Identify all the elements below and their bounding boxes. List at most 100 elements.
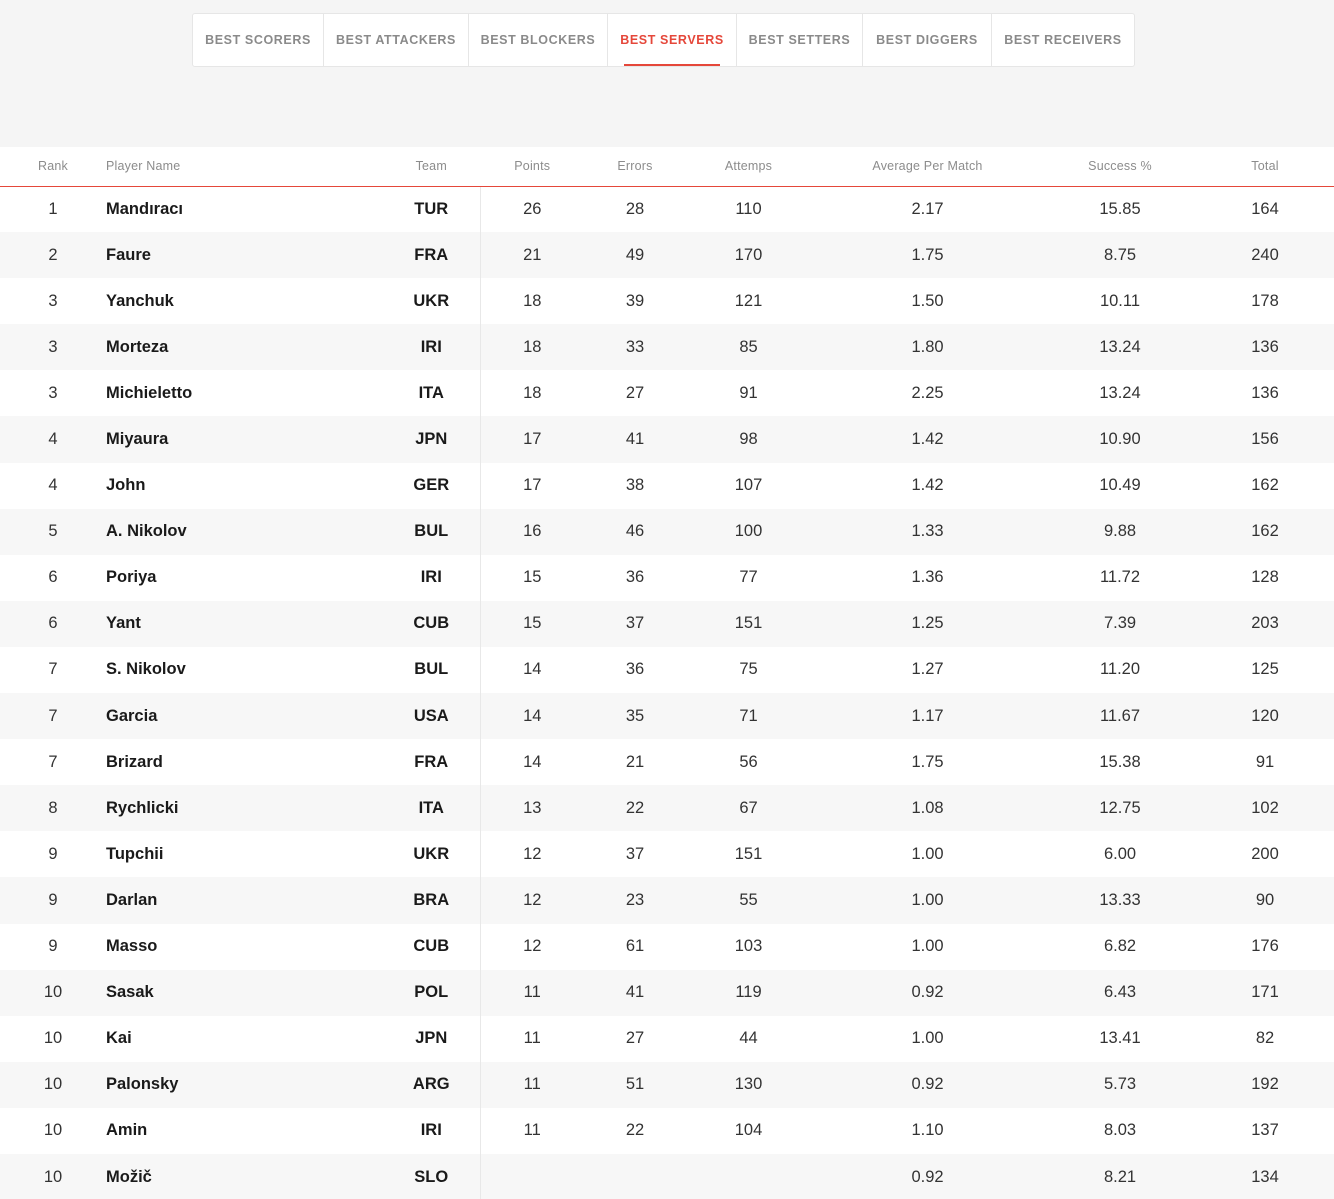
cell-success-percent: 7.39 bbox=[1044, 600, 1196, 647]
cell-rank: 3 bbox=[48, 383, 58, 402]
cell-player-name[interactable]: Michieletto bbox=[106, 370, 383, 416]
header-player-name[interactable]: Player Name bbox=[106, 147, 383, 187]
header-attempts[interactable]: Attemps bbox=[686, 147, 811, 187]
cell-player-name[interactable]: Mandıracı bbox=[106, 186, 383, 232]
cell-player-name[interactable]: Možič bbox=[106, 1153, 383, 1199]
cell-rank: 6 bbox=[0, 600, 106, 647]
table-row[interactable]: 10 Možič SLO 0.92 8.21 134 bbox=[0, 1153, 1334, 1199]
table-row[interactable]: 7 Brizard FRA 14 21 56 1.75 15.38 91 bbox=[0, 739, 1334, 786]
table-row[interactable]: 3 Morteza IRI 18 33 85 1.80 13.24 136 bbox=[0, 324, 1334, 371]
cell-average-per-match: 2.17 bbox=[911, 199, 944, 218]
table-row[interactable]: 3 Michieletto ITA 18 27 91 2.25 13.24 136 bbox=[0, 370, 1334, 417]
cell-player-name[interactable]: Morteza bbox=[106, 324, 383, 371]
cell-average-per-match: 1.17 bbox=[811, 693, 1044, 740]
cell-attempts: 98 bbox=[686, 416, 811, 463]
header-errors[interactable]: Errors bbox=[584, 147, 686, 187]
table-row[interactable]: 5 A. Nikolov BUL 16 46 100 1.33 9.88 162 bbox=[0, 508, 1334, 555]
cell-player-name[interactable]: John bbox=[106, 463, 383, 509]
cell-player-name[interactable]: Garcia bbox=[106, 693, 383, 740]
cell-team: ITA bbox=[383, 370, 481, 417]
table-row[interactable]: 10 Palonsky ARG 11 51 130 0.92 5.73 192 bbox=[0, 1061, 1334, 1108]
cell-points: 12 bbox=[480, 877, 584, 924]
table-row[interactable]: 6 Yant CUB 15 37 151 1.25 7.39 203 bbox=[0, 600, 1334, 647]
table-row[interactable]: 7 Garcia USA 14 35 71 1.17 11.67 120 bbox=[0, 693, 1334, 740]
cell-player-name[interactable]: Faure bbox=[106, 232, 383, 279]
tab-best-scorers[interactable]: BEST SCORERS bbox=[193, 14, 324, 66]
table-row[interactable]: 8 Rychlicki ITA 13 22 67 1.08 12.75 102 bbox=[0, 785, 1334, 832]
tab-best-setters[interactable]: BEST SETTERS bbox=[737, 14, 863, 66]
cell-player-name[interactable]: Darlan bbox=[106, 877, 383, 924]
header-team[interactable]: Team bbox=[383, 147, 480, 187]
cell-success-percent: 10.49 bbox=[1099, 476, 1141, 495]
tab-best-attackers[interactable]: BEST ATTACKERS bbox=[324, 14, 469, 66]
cell-rank: 3 bbox=[48, 291, 58, 310]
cell-success-percent: 8.75 bbox=[1044, 232, 1196, 279]
table-row[interactable]: 3 Yanchuk UKR 18 39 121 1.50 10.11 178 bbox=[0, 278, 1334, 325]
cell-errors: 38 bbox=[625, 476, 645, 495]
tab-best-servers[interactable]: BEST SERVERS bbox=[608, 14, 737, 66]
cell-player-name[interactable]: Tupchii bbox=[106, 831, 383, 877]
cell-attempts: 107 bbox=[734, 476, 763, 495]
cell-team: CUB bbox=[383, 600, 481, 647]
cell-average-per-match: 1.00 bbox=[911, 1029, 944, 1048]
cell-team: POL bbox=[383, 969, 481, 1016]
cell-average-per-match: 1.10 bbox=[911, 1121, 944, 1140]
cell-player-name[interactable]: Yant bbox=[106, 600, 383, 647]
cell-average-per-match: 1.42 bbox=[911, 476, 944, 495]
tab-best-receivers[interactable]: BEST RECEIVERS bbox=[992, 14, 1134, 66]
cell-total: 102 bbox=[1196, 785, 1334, 832]
cell-success-percent: 15.38 bbox=[1099, 752, 1141, 771]
table-row[interactable]: 6 Poriya IRI 15 36 77 1.36 11.72 128 bbox=[0, 554, 1334, 601]
cell-total: 164 bbox=[1251, 199, 1279, 218]
cell-errors: 46 bbox=[584, 508, 686, 555]
table-row[interactable]: 7 S. Nikolov BUL 14 36 75 1.27 11.20 125 bbox=[0, 646, 1334, 694]
cell-player-name[interactable]: A. Nikolov bbox=[106, 508, 383, 555]
cell-player-name[interactable]: Miyaura bbox=[106, 416, 383, 463]
cell-rank: 10 bbox=[0, 969, 106, 1016]
tab-best-diggers[interactable]: BEST DIGGERS bbox=[863, 14, 992, 66]
cell-errors: 41 bbox=[584, 969, 686, 1016]
cell-success-percent: 15.85 bbox=[1099, 199, 1141, 218]
cell-average-per-match: 1.33 bbox=[811, 508, 1044, 555]
cell-team: IRI bbox=[383, 1107, 481, 1154]
cell-player-name[interactable]: Amin bbox=[106, 1108, 383, 1154]
cell-player-name[interactable]: S. Nikolov bbox=[106, 647, 383, 693]
table-row[interactable]: 2 Faure FRA 21 49 170 1.75 8.75 240 bbox=[0, 232, 1334, 279]
cell-team: UKR bbox=[383, 278, 481, 325]
cell-player-name[interactable]: Sasak bbox=[106, 969, 383, 1016]
cell-average-per-match: 0.92 bbox=[811, 1061, 1044, 1108]
table-row[interactable]: 10 Kai JPN 11 27 44 1.00 13.41 82 bbox=[0, 1015, 1334, 1062]
header-average-per-match[interactable]: Average Per Match bbox=[811, 147, 1044, 187]
cell-player-name[interactable]: Masso bbox=[106, 924, 383, 970]
cell-attempts: 104 bbox=[734, 1121, 763, 1140]
cell-rank: 7 bbox=[48, 660, 58, 679]
table-row[interactable]: 9 Tupchii UKR 12 37 151 1.00 6.00 200 bbox=[0, 831, 1334, 878]
header-points[interactable]: Points bbox=[480, 147, 584, 187]
cell-team: TUR bbox=[383, 186, 481, 233]
table-row[interactable]: 9 Masso CUB 12 61 103 1.00 6.82 176 bbox=[0, 923, 1334, 970]
cell-player-name[interactable]: Poriya bbox=[106, 555, 383, 601]
table-row[interactable]: 4 Miyaura JPN 17 41 98 1.42 10.90 156 bbox=[0, 416, 1334, 463]
cell-player-name[interactable]: Yanchuk bbox=[106, 278, 383, 324]
cell-average-per-match: 1.27 bbox=[911, 660, 944, 679]
table-row[interactable]: 9 Darlan BRA 12 23 55 1.00 13.33 90 bbox=[0, 877, 1334, 924]
table-row[interactable]: 1 Mandıracı TUR 26 28 110 2.17 15.85 164 bbox=[0, 186, 1334, 233]
cell-errors: 61 bbox=[625, 937, 645, 956]
tab-best-blockers[interactable]: BEST BLOCKERS bbox=[469, 14, 608, 66]
cell-success-percent: 11.67 bbox=[1044, 693, 1196, 740]
cell-points: 12 bbox=[523, 937, 542, 956]
table-row[interactable]: 4 John GER 17 38 107 1.42 10.49 162 bbox=[0, 462, 1334, 509]
cell-rank: 1 bbox=[48, 199, 58, 218]
cell-attempts: 77 bbox=[739, 568, 758, 587]
header-rank[interactable]: Rank bbox=[0, 147, 106, 187]
header-total[interactable]: Total bbox=[1196, 147, 1334, 187]
table-row[interactable]: 10 Sasak POL 11 41 119 0.92 6.43 171 bbox=[0, 969, 1334, 1016]
cell-success-percent: 10.90 bbox=[1044, 416, 1196, 463]
cell-player-name[interactable]: Kai bbox=[106, 1016, 383, 1062]
cell-player-name[interactable]: Brizard bbox=[106, 739, 383, 785]
cell-attempts: 110 bbox=[735, 199, 762, 218]
header-success-percent[interactable]: Success % bbox=[1044, 147, 1196, 187]
cell-player-name[interactable]: Palonsky bbox=[106, 1061, 383, 1108]
table-row[interactable]: 10 Amin IRI 11 22 104 1.10 8.03 137 bbox=[0, 1107, 1334, 1154]
cell-player-name[interactable]: Rychlicki bbox=[106, 785, 383, 832]
